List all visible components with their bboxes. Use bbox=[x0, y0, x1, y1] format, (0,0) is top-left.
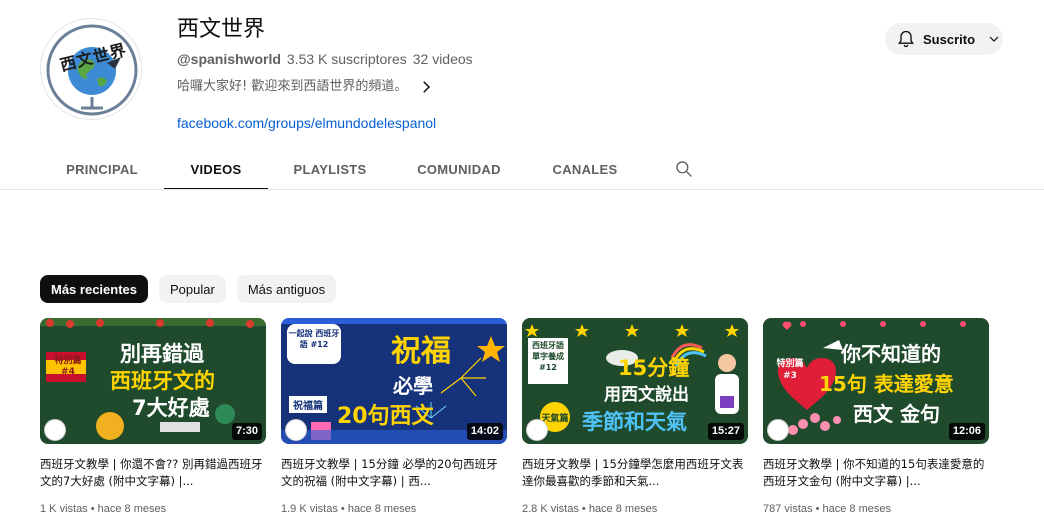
tab-videos[interactable]: VIDEOS bbox=[164, 148, 268, 190]
video-card[interactable]: 一起說 西班牙語 #12 祝福篇 祝福 必學 20句西文 14:02 西班牙文教… bbox=[281, 318, 507, 517]
chevron-right-icon[interactable] bbox=[417, 78, 435, 96]
channel-link[interactable]: facebook.com/groups/elmundodelespanol bbox=[177, 113, 436, 133]
video-duration: 12:06 bbox=[948, 423, 985, 440]
video-title[interactable]: 西班牙文教學 | 15分鐘 必學的20句西班牙文的祝福 (附中文字幕) | 西.… bbox=[281, 456, 507, 490]
video-duration: 15:27 bbox=[707, 423, 744, 440]
thumbnail-line-2: 必學 bbox=[393, 374, 433, 398]
thumbnail-badge: 特別篇 #4 bbox=[54, 356, 82, 377]
subscribed-button[interactable]: Suscrito bbox=[885, 23, 1003, 55]
channel-watermark-icon bbox=[285, 419, 307, 441]
video-count: 32 videos bbox=[412, 51, 473, 67]
video-thumbnail[interactable]: 西班牙語 單字養成 #12 天氣篇 15分鐘 用西文說出 季節和天氣 15:27 bbox=[522, 318, 748, 444]
thumbnail-badge: 西班牙語 單字養成 #12 bbox=[528, 338, 568, 384]
thumbnail-line-3: 7大好處 bbox=[132, 396, 210, 420]
video-grid: 特別篇 #4 別再錯過 西班牙文的 7大好處 7:30 西班牙文教學 | 你還不… bbox=[40, 318, 989, 517]
thumbnail-tag: 祝福篇 bbox=[289, 396, 327, 413]
channel-handle: @spanishworld bbox=[177, 51, 281, 67]
channel-watermark-icon bbox=[767, 419, 789, 441]
video-card[interactable]: 特別篇 #3 你不知道的 15句 表達愛意 西文 金句 12:06 西班牙文教學… bbox=[763, 318, 989, 517]
thumbnail-line-2: 西班牙文的 bbox=[110, 369, 215, 393]
thumbnail-line-3: 20句西文 bbox=[337, 404, 434, 429]
chevron-down-icon bbox=[989, 36, 999, 42]
tab-principal[interactable]: PRINCIPAL bbox=[40, 148, 164, 190]
channel-avatar[interactable]: 西文世界 bbox=[40, 18, 142, 120]
video-title[interactable]: 西班牙文教學 | 15分鐘學怎麼用西班牙文表達你最喜歡的季節和天氣... bbox=[522, 456, 748, 490]
video-duration: 7:30 bbox=[231, 423, 262, 440]
video-thumbnail[interactable]: 特別篇 #4 別再錯過 西班牙文的 7大好處 7:30 bbox=[40, 318, 266, 444]
channel-watermark-icon bbox=[44, 419, 66, 441]
channel-info: 西文世界 @spanishworld 3.53 K suscriptores 3… bbox=[177, 16, 817, 133]
channel-description[interactable]: 哈囉大家好! 歡迎來到西語世界的頻道。 bbox=[177, 78, 817, 96]
bell-icon bbox=[898, 30, 914, 48]
subscribed-label: Suscrito bbox=[923, 31, 976, 47]
description-text: 哈囉大家好! 歡迎來到西語世界的頻道。 bbox=[177, 79, 408, 94]
thumbnail-line-3: 西文 金句 bbox=[853, 402, 940, 426]
tab-playlists[interactable]: PLAYLISTS bbox=[268, 148, 392, 190]
sort-chips: Más recientes Popular Más antiguos bbox=[40, 275, 337, 303]
search-icon[interactable] bbox=[674, 159, 694, 179]
video-stats: 787 vistas • hace 8 meses bbox=[763, 503, 891, 515]
video-stats: 1 K vistas • hace 8 meses bbox=[40, 503, 167, 515]
video-duration: 14:02 bbox=[466, 423, 503, 440]
video-card[interactable]: 西班牙語 單字養成 #12 天氣篇 15分鐘 用西文說出 季節和天氣 15:27… bbox=[522, 318, 748, 517]
thumbnail-line-3: 季節和天氣 bbox=[582, 410, 687, 434]
channel-watermark-icon bbox=[526, 419, 548, 441]
channel-meta: @spanishworld 3.53 K suscriptores 32 vid… bbox=[177, 49, 817, 69]
thumbnail-line-1: 祝福 bbox=[391, 334, 451, 369]
chip-popular[interactable]: Popular bbox=[159, 275, 226, 303]
tabs-divider bbox=[0, 189, 1044, 190]
tab-canales[interactable]: CANALES bbox=[526, 148, 644, 190]
video-title[interactable]: 西班牙文教學 | 你不知道的15句表達愛意的西班牙文金句 (附中文字幕) |..… bbox=[763, 456, 989, 490]
tab-comunidad[interactable]: COMUNIDAD bbox=[392, 148, 526, 190]
thumbnail-line-2: 15句 表達愛意 bbox=[819, 372, 954, 396]
video-thumbnail[interactable]: 特別篇 #3 你不知道的 15句 表達愛意 西文 金句 12:06 bbox=[763, 318, 989, 444]
thumbnail-line-2: 用西文說出 bbox=[604, 385, 689, 405]
chip-mas-antiguos[interactable]: Más antiguos bbox=[236, 275, 337, 303]
video-stats: 2.8 K vistas • hace 8 meses bbox=[522, 503, 658, 515]
channel-name: 西文世界 bbox=[177, 17, 266, 42]
thumbnail-line-1: 別再錯過 bbox=[120, 342, 204, 366]
thumbnail-badge: 特別篇 #3 bbox=[776, 359, 804, 381]
channel-tabs: PRINCIPAL VIDEOS PLAYLISTS COMUNIDAD CAN… bbox=[40, 148, 644, 190]
thumbnail-badge: 一起說 西班牙語 #12 bbox=[287, 324, 341, 364]
video-thumbnail[interactable]: 一起說 西班牙語 #12 祝福篇 祝福 必學 20句西文 14:02 bbox=[281, 318, 507, 444]
video-card[interactable]: 特別篇 #4 別再錯過 西班牙文的 7大好處 7:30 西班牙文教學 | 你還不… bbox=[40, 318, 266, 517]
subscriber-count: 3.53 K suscriptores bbox=[286, 51, 407, 67]
thumbnail-line-1: 你不知道的 bbox=[841, 342, 941, 366]
video-title[interactable]: 西班牙文教學 | 你還不會?? 別再錯過西班牙文的7大好處 (附中文字幕) |.… bbox=[40, 456, 266, 490]
thumbnail-line-1: 15分鐘 bbox=[618, 356, 690, 380]
chip-mas-recientes[interactable]: Más recientes bbox=[40, 275, 148, 303]
video-stats: 1.9 K vistas • hace 8 meses bbox=[281, 503, 417, 515]
